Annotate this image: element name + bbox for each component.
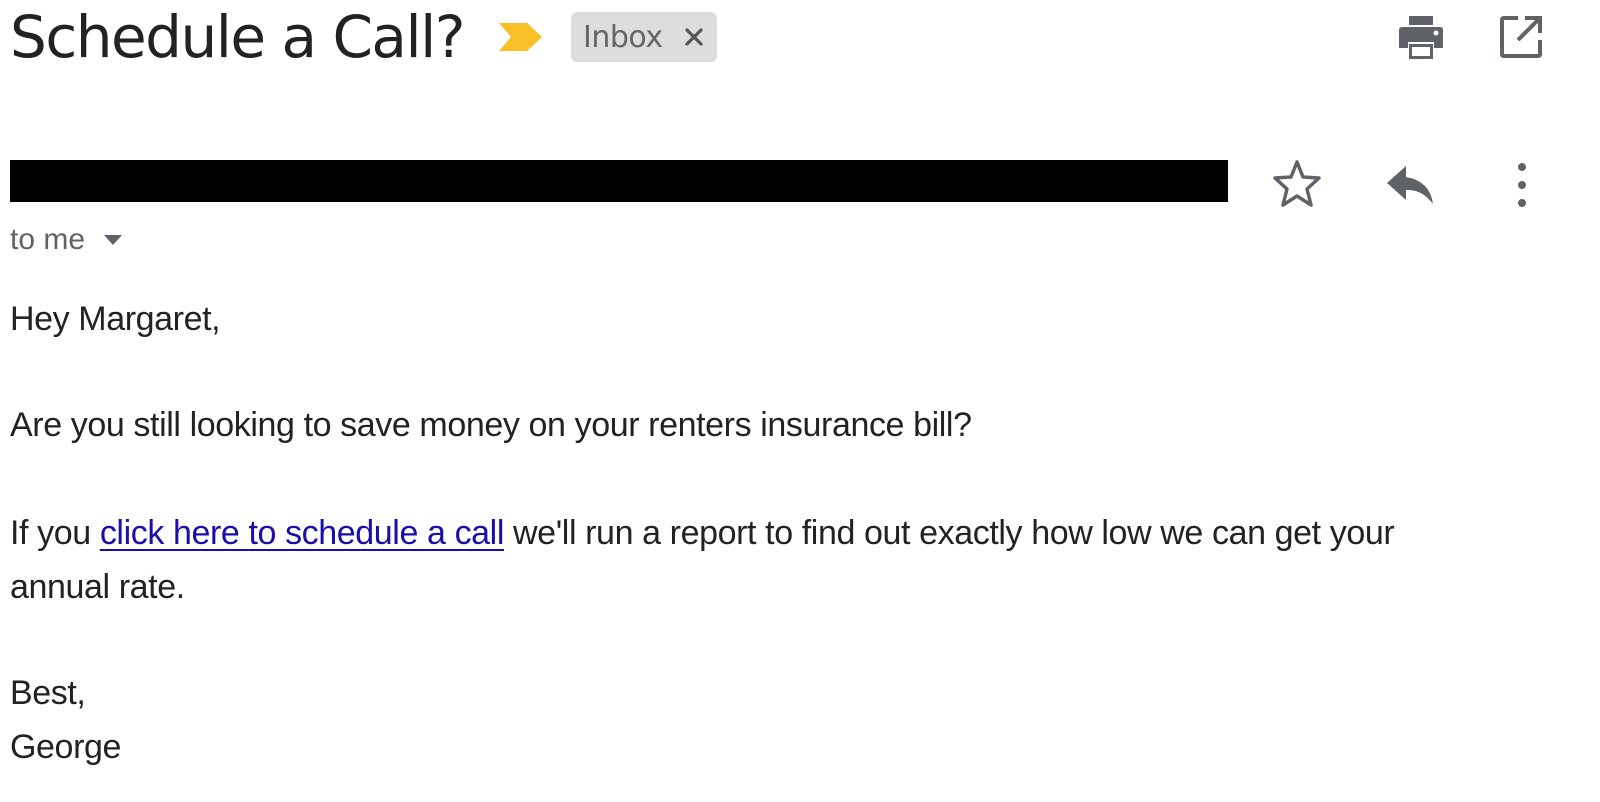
star-outline-icon[interactable]	[1270, 158, 1324, 210]
email-paragraph: If you click here to schedule a call we'…	[10, 506, 1395, 560]
paragraph-text: we'll run a report to find out exactly h…	[503, 514, 1395, 552]
close-icon[interactable]	[683, 26, 705, 48]
email-greeting: Hey Margaret,	[10, 300, 221, 338]
recipient-label: to me	[10, 223, 86, 256]
schedule-call-link[interactable]: click here to schedule a call	[100, 514, 505, 552]
email-paragraph: Are you still looking to save money on y…	[10, 406, 972, 444]
more-vertical-icon[interactable]	[1504, 158, 1540, 212]
reply-icon[interactable]	[1384, 162, 1436, 208]
email-paragraph-continuation: annual rate.	[10, 568, 185, 606]
email-closing: Best,	[10, 674, 86, 712]
paragraph-text: If you	[10, 514, 100, 552]
sender-redacted-bar	[10, 160, 1228, 202]
recipient-details-toggle[interactable]: to me	[10, 220, 123, 260]
open-in-new-window-icon[interactable]	[1498, 14, 1544, 60]
important-marker-icon[interactable]	[497, 20, 545, 54]
label-chip-inbox: Inbox	[571, 12, 717, 62]
caret-down-icon	[104, 235, 123, 245]
print-icon[interactable]	[1396, 12, 1446, 62]
label-chip-text: Inbox	[583, 19, 663, 55]
email-subject: Schedule a Call?	[10, 3, 466, 71]
email-signature: George	[10, 728, 122, 766]
